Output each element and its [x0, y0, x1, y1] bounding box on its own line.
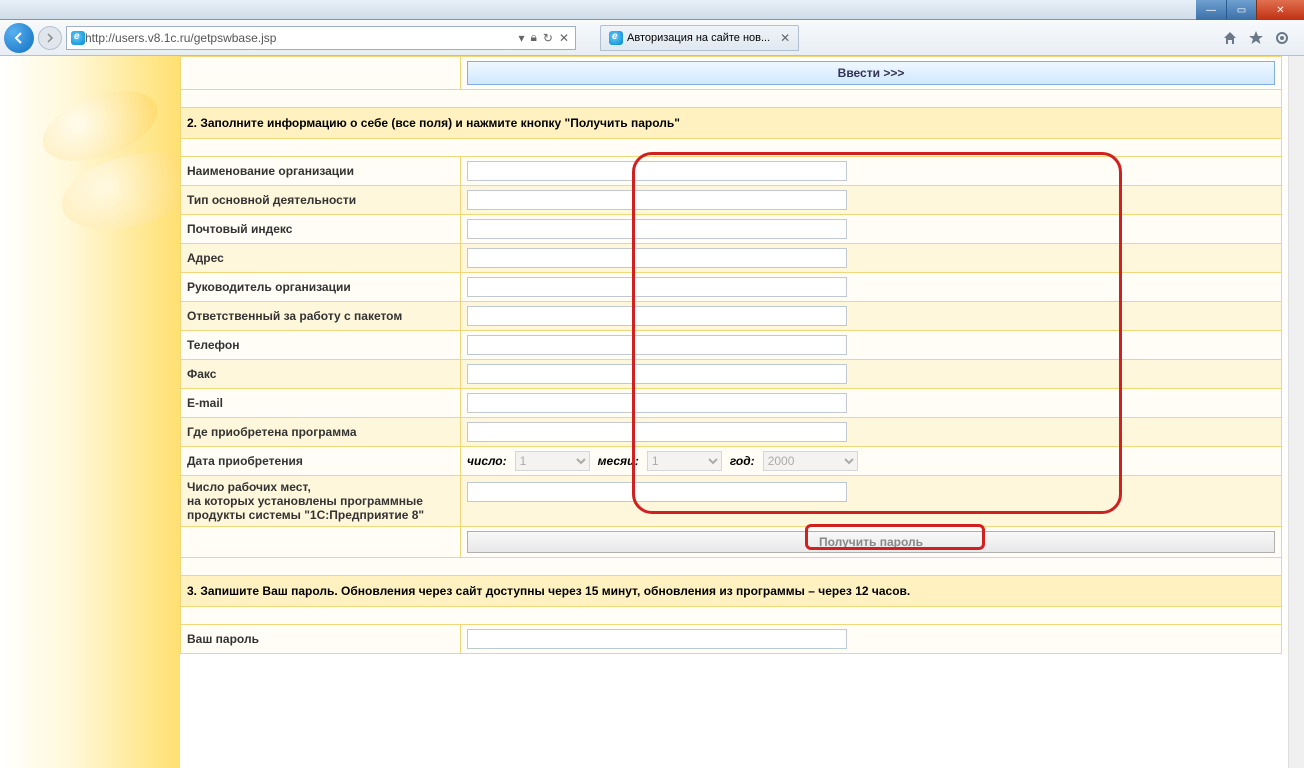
- browser-tab[interactable]: Авторизация на сайте нов... ✕: [600, 25, 799, 51]
- your-password-input[interactable]: [467, 629, 847, 649]
- label-address: Адрес: [181, 244, 461, 273]
- vertical-scrollbar[interactable]: [1288, 56, 1304, 768]
- day-select[interactable]: 1: [515, 451, 590, 471]
- tab-close-button[interactable]: ✕: [780, 31, 790, 45]
- window-maximize-button[interactable]: ▭: [1226, 0, 1256, 20]
- section-3-header: 3. Запишите Ваш пароль. Обновления через…: [181, 576, 1282, 607]
- activity-input[interactable]: [467, 190, 847, 210]
- browser-nav-bar: http://users.v8.1c.ru/getpswbase.jsp ▾ 🔒…: [0, 20, 1304, 56]
- year-select[interactable]: 2000: [763, 451, 858, 471]
- window-titlebar: — ▭ ✕: [0, 0, 1304, 20]
- url-text: http://users.v8.1c.ru/getpswbase.jsp: [85, 31, 516, 45]
- phone-input[interactable]: [467, 335, 847, 355]
- section-2-header: 2. Заполните информацию о себе (все поля…: [181, 108, 1282, 139]
- label-responsible: Ответственный за работу с пакетом: [181, 302, 461, 331]
- label-purchased-where: Где приобретена программа: [181, 418, 461, 447]
- address-input[interactable]: [467, 248, 847, 268]
- lock-icon[interactable]: 🔒︎: [528, 30, 538, 45]
- tools-gear-icon[interactable]: [1274, 30, 1290, 46]
- label-seats: Число рабочих мест, на которых установле…: [181, 476, 461, 527]
- ie-favicon-icon: [71, 31, 85, 45]
- sidebar-decoration: [0, 56, 180, 768]
- head-input[interactable]: [467, 277, 847, 297]
- label-email: E-mail: [181, 389, 461, 418]
- ie-favicon-icon: [609, 31, 623, 45]
- responsible-input[interactable]: [467, 306, 847, 326]
- nav-back-button[interactable]: [4, 23, 34, 53]
- purchased-where-input[interactable]: [467, 422, 847, 442]
- arrow-right-icon: [45, 33, 55, 43]
- submit-button[interactable]: Получить пароль: [467, 531, 1275, 553]
- favorites-star-icon[interactable]: [1248, 30, 1264, 46]
- label-your-password: Ваш пароль: [181, 625, 461, 654]
- enter-button[interactable]: Ввести >>>: [467, 61, 1275, 85]
- fax-input[interactable]: [467, 364, 847, 384]
- refresh-icon[interactable]: ↻: [541, 31, 555, 45]
- stop-icon[interactable]: ✕: [557, 31, 571, 45]
- url-actions: ▾ 🔒︎ ↻ ✕: [516, 30, 571, 45]
- month-select[interactable]: 1: [647, 451, 722, 471]
- day-label: число:: [467, 454, 507, 468]
- label-head: Руководитель организации: [181, 273, 461, 302]
- dropdown-icon[interactable]: ▾: [516, 31, 526, 45]
- seats-input[interactable]: [467, 482, 847, 502]
- window-minimize-button[interactable]: —: [1196, 0, 1226, 20]
- label-phone: Телефон: [181, 331, 461, 360]
- main-content: Ввести >>> 2. Заполните информацию о себ…: [180, 56, 1288, 768]
- label-org-name: Наименование организации: [181, 157, 461, 186]
- window-close-button[interactable]: ✕: [1256, 0, 1304, 20]
- zip-input[interactable]: [467, 219, 847, 239]
- label-zip: Почтовый индекс: [181, 215, 461, 244]
- year-label: год:: [730, 454, 755, 468]
- month-label: месяц:: [598, 454, 639, 468]
- home-icon[interactable]: [1222, 30, 1238, 46]
- arrow-left-icon: [12, 31, 26, 45]
- label-fax: Факс: [181, 360, 461, 389]
- nav-forward-button[interactable]: [38, 26, 62, 50]
- tab-title: Авторизация на сайте нов...: [627, 32, 770, 44]
- label-activity: Тип основной деятельности: [181, 186, 461, 215]
- address-bar[interactable]: http://users.v8.1c.ru/getpswbase.jsp ▾ 🔒…: [66, 26, 576, 50]
- label-purchase-date: Дата приобретения: [181, 447, 461, 476]
- email-input[interactable]: [467, 393, 847, 413]
- org-name-input[interactable]: [467, 161, 847, 181]
